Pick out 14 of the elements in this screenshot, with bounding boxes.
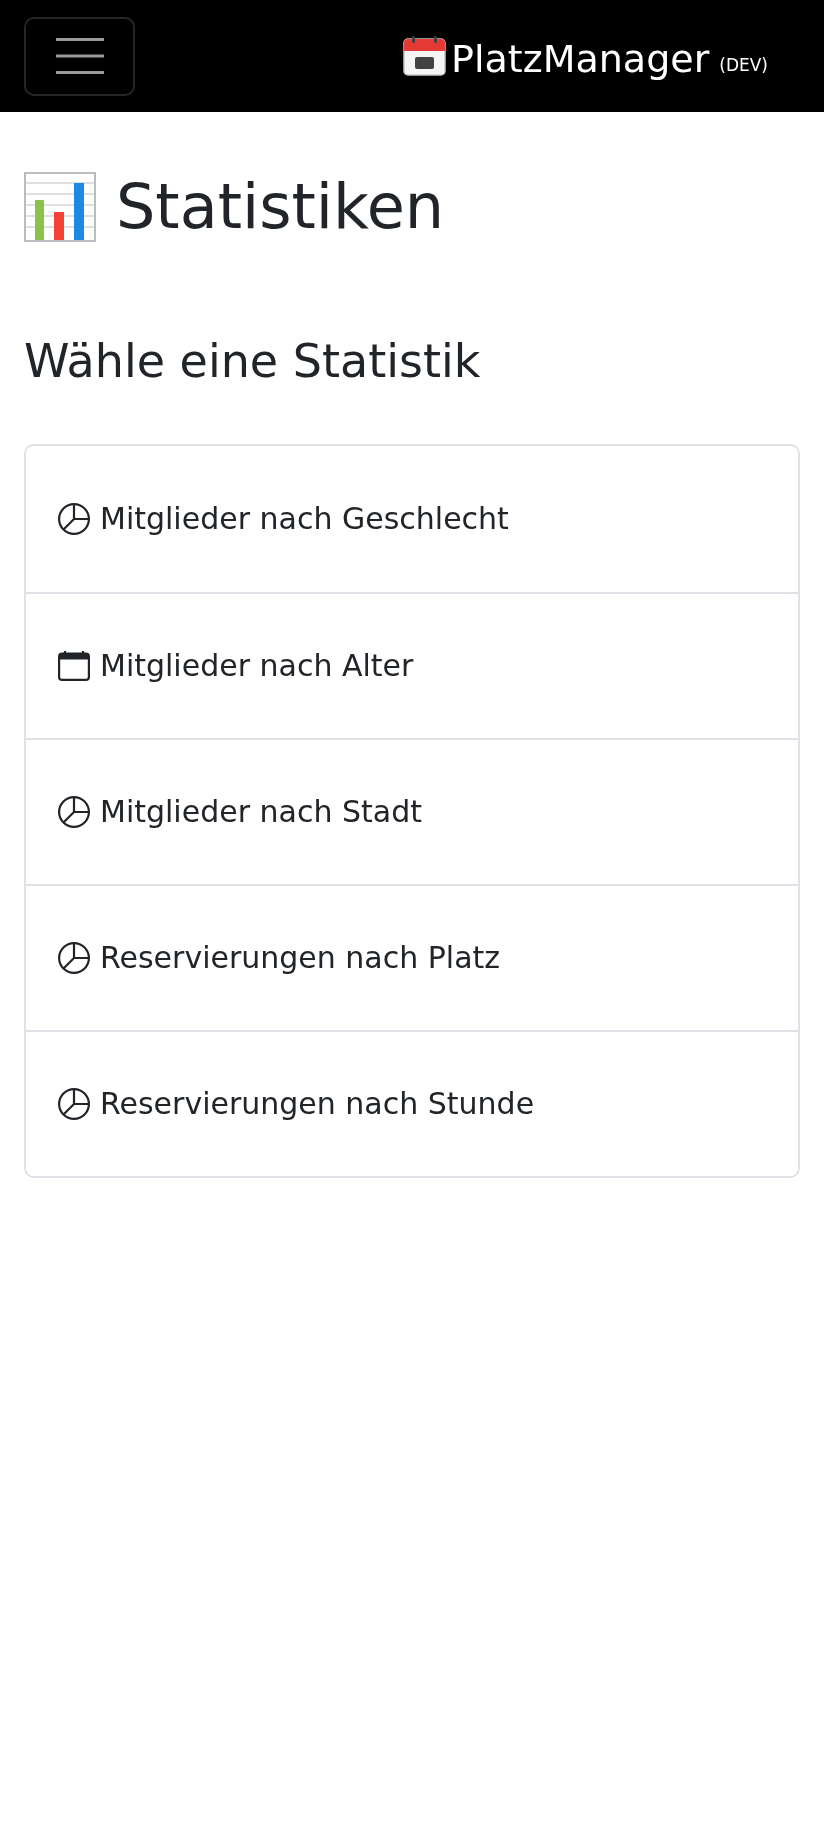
bar-chart-icon [24, 172, 96, 243]
menu-icon [55, 38, 104, 74]
menu-button[interactable] [24, 16, 135, 96]
page-title: Statistiken [116, 170, 445, 245]
calendar-icon [58, 650, 90, 681]
calendar-icon [403, 36, 447, 76]
pie-chart-icon [58, 795, 90, 828]
environment-label: (DEV) [719, 56, 768, 74]
pie-chart-icon [58, 502, 90, 535]
pie-chart-icon [58, 1087, 90, 1120]
statistic-link[interactable]: Reservierungen nach Stunde [26, 1029, 798, 1176]
brand-link[interactable]: PlatzManager (DEV) [403, 32, 768, 80]
pie-chart-icon [58, 941, 90, 974]
section-title: Wähle eine Statistik [24, 334, 481, 390]
